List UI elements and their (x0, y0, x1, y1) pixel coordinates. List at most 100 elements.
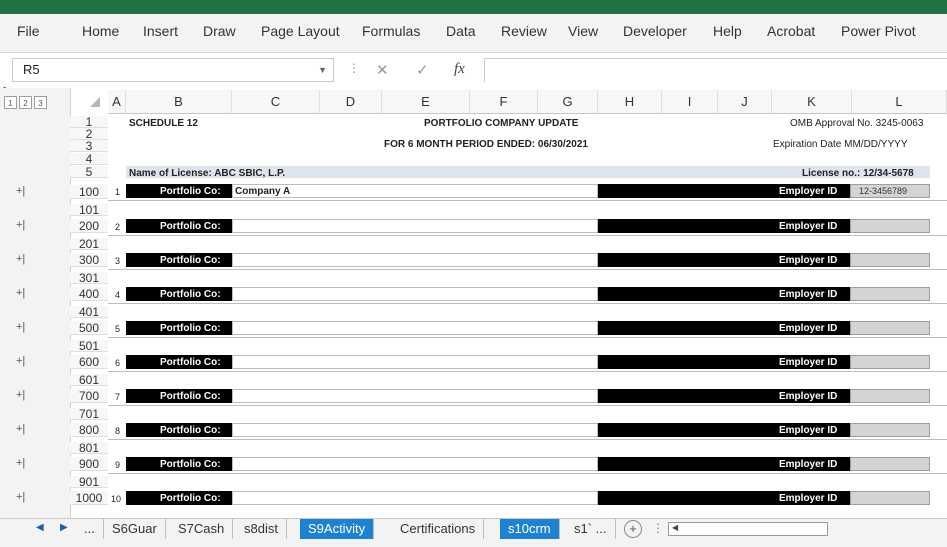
tab-power-pivot[interactable]: Power Pivot (841, 23, 916, 39)
entry-number: 10 (111, 494, 122, 504)
expand-group-button[interactable]: +| (16, 287, 25, 299)
column-header-d[interactable]: D (320, 90, 382, 114)
column-header-j[interactable]: J (718, 90, 772, 114)
portfolio-company-input[interactable] (232, 287, 598, 301)
row-header[interactable]: 200 (70, 219, 108, 233)
column-header-i[interactable]: I (662, 90, 718, 114)
row-header[interactable]: 600 (70, 355, 108, 369)
portfolio-company-input[interactable] (232, 423, 598, 437)
row-header[interactable]: 701 (70, 408, 108, 420)
tab-data[interactable]: Data (446, 23, 476, 39)
sheet-tab-more[interactable]: s1` ... (566, 519, 616, 539)
expand-group-button[interactable]: +| (16, 389, 25, 401)
column-header-a[interactable]: A (108, 90, 126, 114)
name-box[interactable]: R5 ▼ (12, 58, 334, 82)
expand-group-button[interactable]: +| (16, 423, 25, 435)
row-header[interactable]: 3 (70, 140, 108, 152)
row-header[interactable]: 300 (70, 253, 108, 267)
row-header[interactable]: 601 (70, 374, 108, 386)
portfolio-company-input[interactable] (232, 219, 598, 233)
portfolio-company-input[interactable] (232, 457, 598, 471)
tab-review[interactable]: Review (501, 23, 547, 39)
expand-group-button[interactable]: +| (16, 457, 25, 469)
column-header-f[interactable]: F (470, 90, 538, 114)
outline-level-3[interactable]: 3 (34, 96, 47, 109)
cancel-icon[interactable]: ✕ (376, 61, 389, 79)
row-header[interactable]: 901 (70, 476, 108, 488)
employer-id-input[interactable] (850, 287, 930, 301)
tab-formulas[interactable]: Formulas (362, 23, 420, 39)
portfolio-company-input[interactable] (232, 389, 598, 403)
tab-insert[interactable]: Insert (143, 23, 178, 39)
tab-home[interactable]: Home (82, 23, 119, 39)
tab-file[interactable]: File (17, 23, 40, 39)
scroll-left-icon[interactable]: ◀ (672, 523, 678, 532)
employer-id-input[interactable] (850, 321, 930, 335)
portfolio-company-input[interactable] (232, 253, 598, 267)
column-header-e[interactable]: E (382, 90, 470, 114)
row-header[interactable]: 101 (70, 204, 108, 216)
enter-icon[interactable]: ✓ (416, 61, 429, 79)
employer-id-input[interactable] (850, 253, 930, 267)
tab-help[interactable]: Help (713, 23, 742, 39)
row-header[interactable]: 400 (70, 287, 108, 301)
column-header-c[interactable]: C (232, 90, 320, 114)
sheet-tab-certifications[interactable]: Certifications (392, 519, 485, 539)
column-header-b[interactable]: B (126, 90, 232, 114)
sheet-tab-s7cash[interactable]: S7Cash (170, 519, 234, 539)
tab-page-layout[interactable]: Page Layout (261, 23, 340, 39)
sheet-tab-overflow[interactable]: ... (76, 519, 104, 539)
outline-level-2[interactable]: 2 (19, 96, 32, 109)
tab-view[interactable]: View (568, 23, 598, 39)
employer-id-input[interactable] (850, 491, 930, 505)
select-all-corner[interactable] (90, 97, 100, 107)
row-header[interactable]: 100 (70, 185, 108, 199)
row-header[interactable]: 1000 (70, 491, 108, 505)
portfolio-company-input[interactable] (232, 321, 598, 335)
chevron-down-icon[interactable]: ▼ (318, 59, 327, 81)
row-header[interactable]: 5 (70, 166, 108, 178)
employer-id-input[interactable] (850, 355, 930, 369)
tab-draw[interactable]: Draw (203, 23, 236, 39)
column-header-g[interactable]: G (538, 90, 598, 114)
sheet-tab-s8dist[interactable]: s8dist (236, 519, 287, 539)
employer-id-input[interactable] (850, 457, 930, 471)
row-header[interactable]: 301 (70, 272, 108, 284)
horizontal-scrollbar[interactable]: ◀ (668, 522, 828, 536)
portfolio-company-input[interactable] (232, 355, 598, 369)
employer-id-input[interactable]: 12-3456789 (850, 184, 930, 198)
tab-acrobat[interactable]: Acrobat (767, 23, 815, 39)
portfolio-company-input[interactable] (232, 491, 598, 505)
row-header[interactable]: 500 (70, 321, 108, 335)
row-header[interactable]: 201 (70, 238, 108, 250)
sheet-tab-s10crm[interactable]: s10crm (500, 519, 560, 541)
tab-developer[interactable]: Developer (623, 23, 687, 39)
sheet-tab-s9activity[interactable]: S9Activity (300, 519, 375, 541)
function-icon[interactable]: fx (454, 61, 465, 78)
employer-id-input[interactable] (850, 389, 930, 403)
employer-id-input[interactable] (850, 423, 930, 437)
column-header-l[interactable]: L (852, 90, 947, 114)
expand-group-button[interactable]: +| (16, 491, 25, 503)
row-header[interactable]: 900 (70, 457, 108, 471)
column-header-k[interactable]: K (772, 90, 852, 114)
row-header[interactable]: 700 (70, 389, 108, 403)
expand-group-button[interactable]: +| (16, 219, 25, 231)
scroll-right-icon[interactable]: ▶ (60, 522, 68, 533)
add-sheet-icon[interactable]: + (624, 520, 642, 538)
scroll-left-icon[interactable]: ◀ (36, 522, 44, 533)
formula-input[interactable] (484, 58, 947, 82)
expand-group-button[interactable]: +| (16, 253, 25, 265)
row-header[interactable]: 501 (70, 340, 108, 352)
outline-level-1[interactable]: 1 (4, 96, 17, 109)
expand-group-button[interactable]: +| (16, 355, 25, 367)
row-header[interactable]: 800 (70, 423, 108, 437)
column-header-h[interactable]: H (598, 90, 662, 114)
row-header[interactable]: 801 (70, 442, 108, 454)
sheet-tab-s6guar[interactable]: S6Guar (104, 519, 166, 539)
expand-group-button[interactable]: +| (16, 185, 25, 197)
employer-id-input[interactable] (850, 219, 930, 233)
row-header[interactable]: 401 (70, 306, 108, 318)
row-header[interactable]: 4 (70, 153, 108, 165)
expand-group-button[interactable]: +| (16, 321, 25, 333)
